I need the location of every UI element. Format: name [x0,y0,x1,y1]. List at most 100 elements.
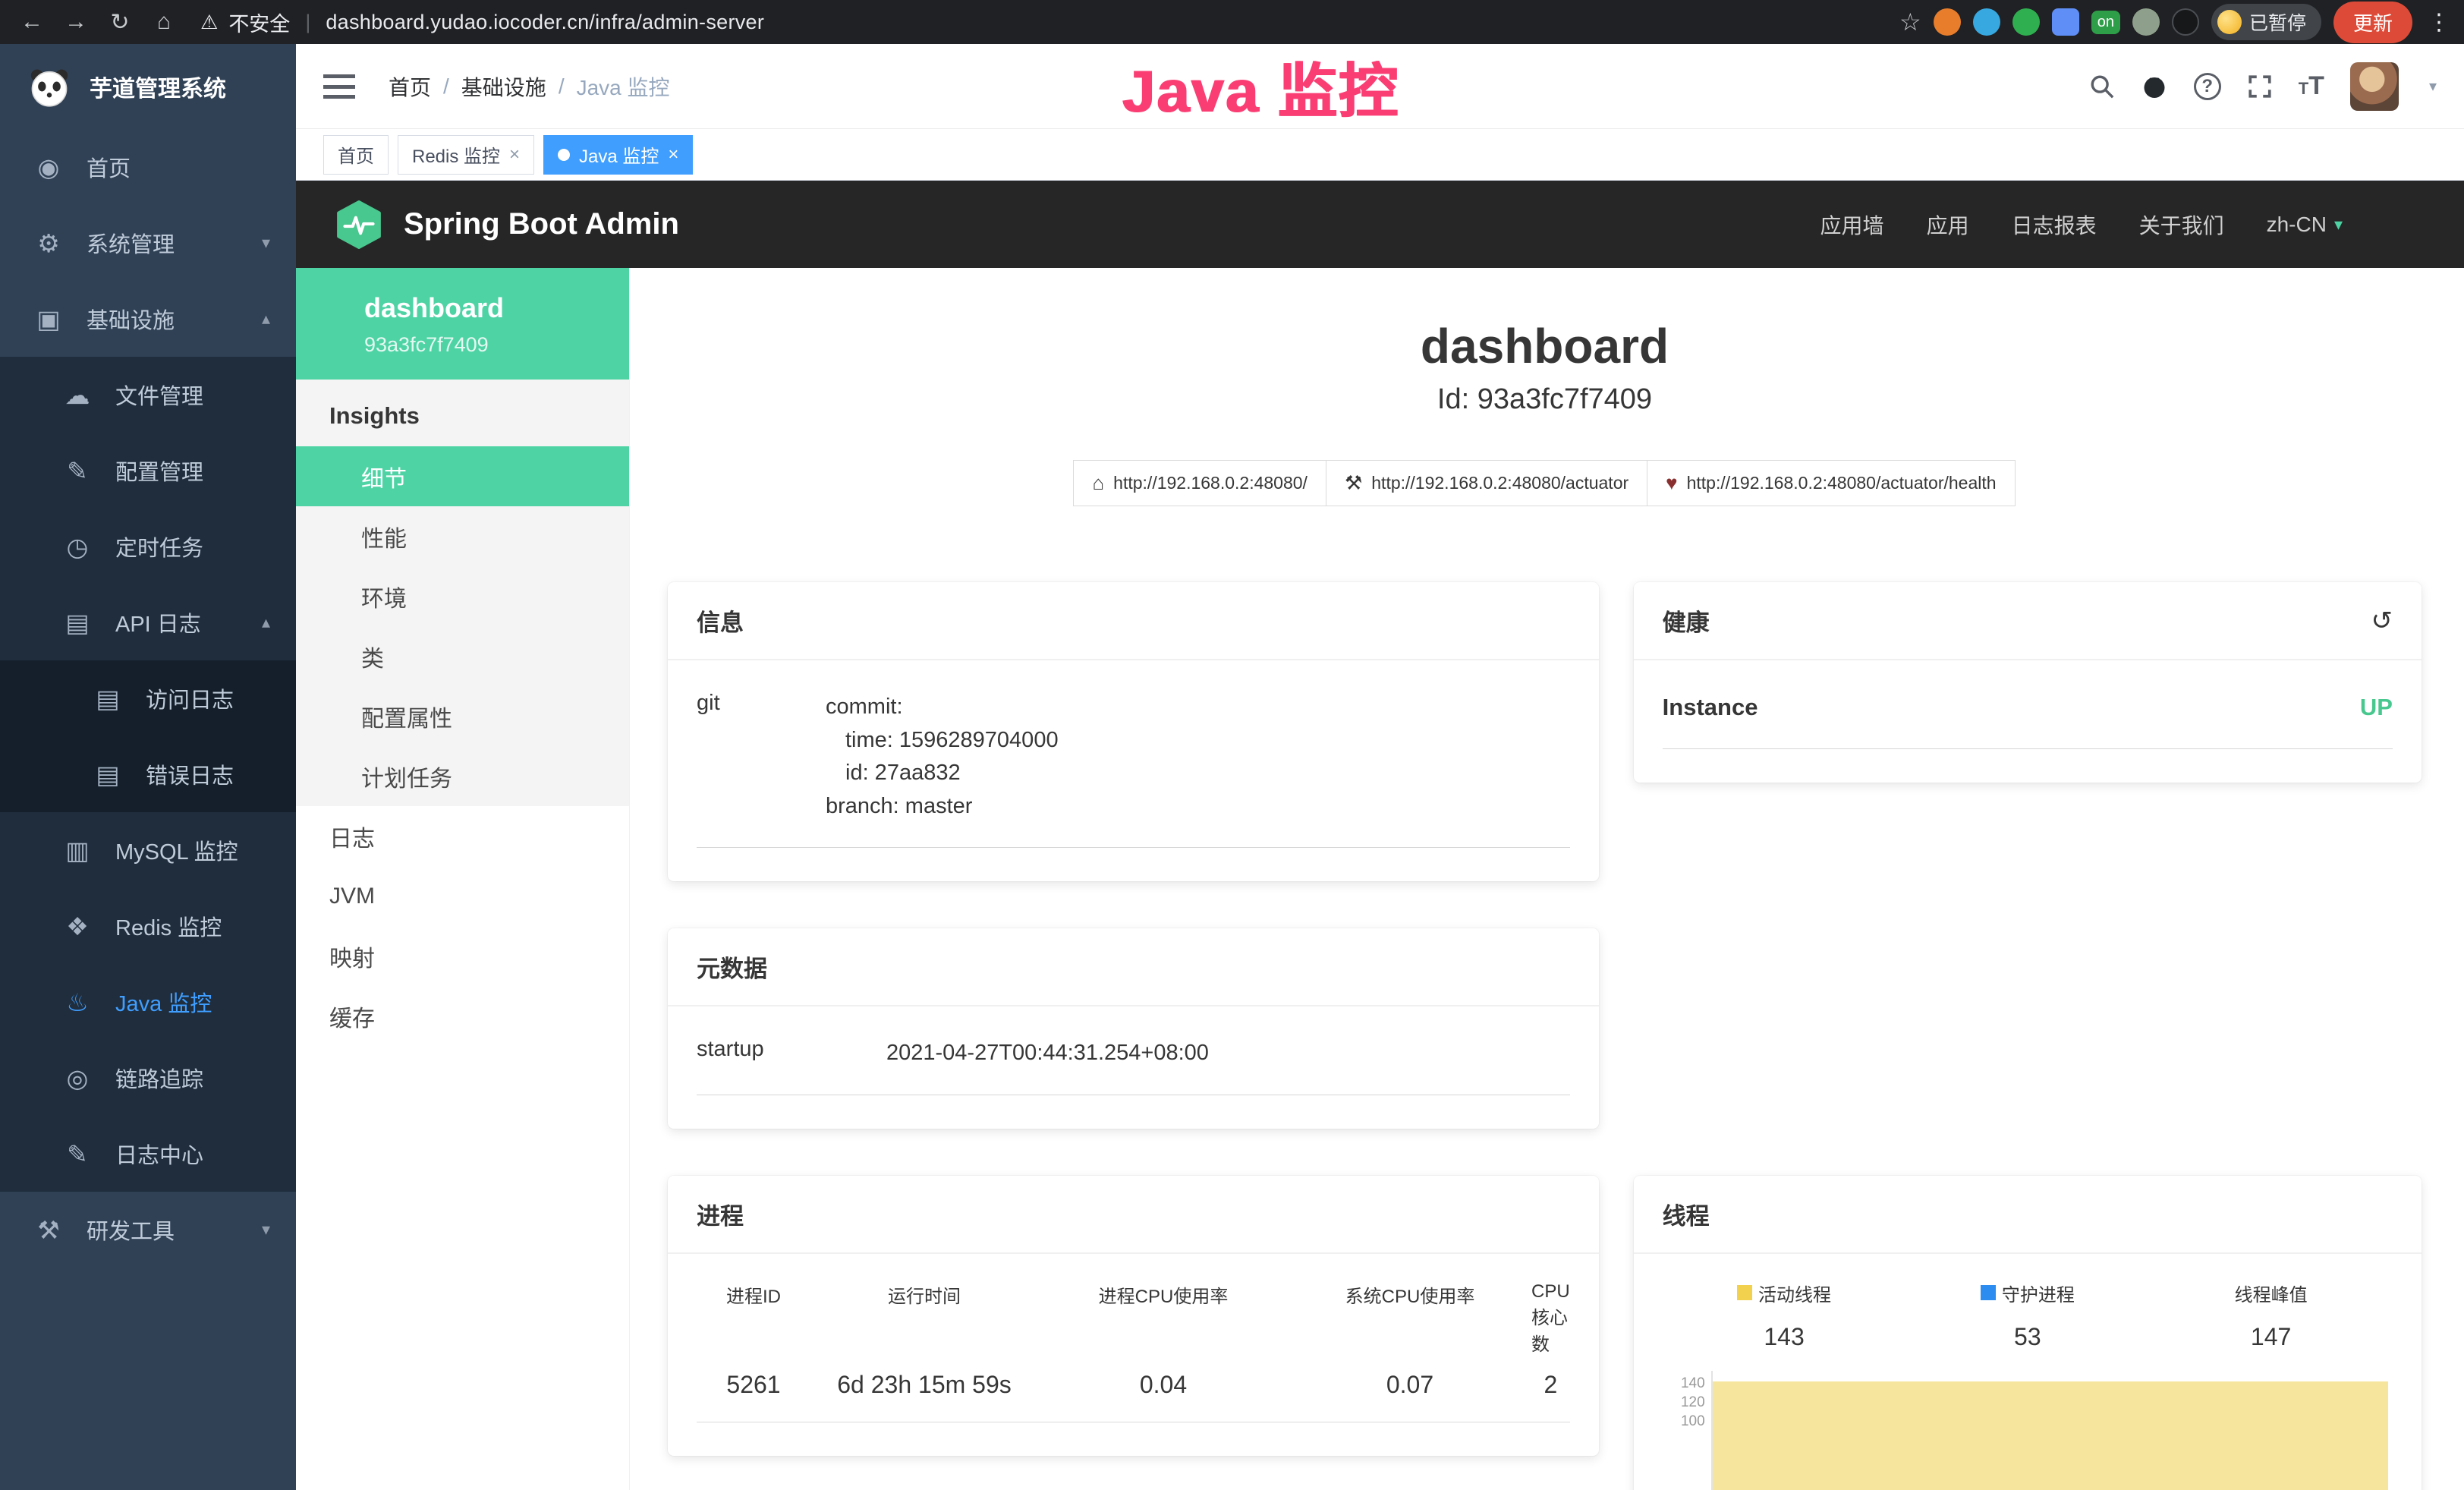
git-commit-id: id: 27aa832 [826,757,1059,790]
sba-menu-scheduled-tasks[interactable]: 计划任务 [296,746,629,806]
sba-menu-performance[interactable]: 性能 [296,506,629,566]
fullscreen-icon[interactable] [2247,74,2273,99]
sba-nav-about[interactable]: 关于我们 [2139,209,2224,240]
extension-on-badge[interactable]: on [2091,11,2120,34]
avatar[interactable] [2350,62,2399,111]
breadcrumb-home[interactable]: 首页 [389,71,431,102]
page-title: dashboard [668,318,2422,374]
forward-icon[interactable]: → [58,9,94,35]
sidebar-item-api-log[interactable]: ▤ API 日志 ▴ [0,584,296,660]
sba-nav: 应用墙 应用 日志报表 关于我们 zh-CN ▾ [1820,209,2343,240]
tab-home[interactable]: 首页 [323,135,389,175]
instance-url-link[interactable]: ⌂ http://192.168.0.2:48080/ [1073,460,1326,506]
extension-leaf-icon[interactable] [2132,8,2160,36]
threads-legend: 活动线程 守护进程 线程峰值 [1663,1262,2393,1351]
sidebar-item-home[interactable]: ◉ 首页 [0,129,296,205]
font-size-icon[interactable]: TT [2299,71,2324,101]
sba-nav-wall[interactable]: 应用墙 [1820,209,1884,240]
chrome-update-button[interactable]: 更新 [2333,2,2412,43]
tab-redis[interactable]: Redis 监控 × [398,135,534,175]
sidebar-item-error-log[interactable]: ▤ 错误日志 [0,736,296,812]
insights-label: Insights [296,380,629,446]
edit-icon: ✎ [61,456,94,486]
sba-locale-select[interactable]: zh-CN ▾ [2267,213,2343,237]
sba-menu-mappings[interactable]: 映射 [296,926,629,986]
sidebar-item-dev-tools[interactable]: ⚒ 研发工具 ▾ [0,1192,296,1268]
bookmark-star-icon[interactable]: ☆ [1899,8,1921,36]
sba-nav-journal[interactable]: 日志报表 [2012,209,2097,240]
sba-menu-logfile[interactable]: 日志 [296,806,629,866]
search-icon[interactable] [2089,74,2115,99]
sidebar-item-redis[interactable]: ❖ Redis 监控 [0,888,296,964]
sidebar-item-java[interactable]: ♨ Java 监控 [0,964,296,1040]
breadcrumb-infra[interactable]: 基础设施 [461,71,546,102]
tab-java[interactable]: Java 监控 × [543,135,693,175]
sba-menu-properties[interactable]: 配置属性 [296,686,629,746]
home-icon[interactable]: ⌂ [146,9,182,35]
process-card: 进程 进程ID 运行时间 进程CPU使用率 系统CPU使用率 CP [668,1176,1599,1456]
sba-instance-block[interactable]: dashboard 93a3fc7f7409 [296,268,629,380]
sba-menu-caches[interactable]: 缓存 [296,986,629,1046]
menu-fold-icon[interactable] [323,74,355,99]
github-icon[interactable] [2141,73,2168,100]
link-label: http://192.168.0.2:48080/actuator/health [1687,473,1997,493]
close-icon[interactable]: × [509,144,520,165]
legend-daemon: 守护进程 [1981,1280,2075,1306]
insights-group: Insights 细节 性能 环境 类 配置属性 计划任务 [296,380,629,806]
actuator-url-link[interactable]: ⚒ http://192.168.0.2:48080/actuator [1326,460,1647,506]
chevron-down-icon[interactable]: ▾ [2429,77,2437,96]
extension-puppet-icon[interactable] [2172,8,2199,36]
sidebar-item-config[interactable]: ✎ 配置管理 [0,433,296,509]
back-icon[interactable]: ← [14,9,50,35]
process-values: 5261 6d 23h 15m 59s 0.04 0.07 2 [697,1356,1570,1399]
extension-drop-icon[interactable] [1973,8,2000,36]
legend-label: 守护进程 [2002,1280,2075,1306]
sidebar-item-access-log[interactable]: ▤ 访问日志 [0,660,296,736]
sidebar-item-label: 基础设施 [87,303,175,335]
health-url-link[interactable]: ♥ http://192.168.0.2:48080/actuator/heal… [1647,460,2015,506]
monitor-icon: ▣ [32,304,65,334]
sidebar-item-infra[interactable]: ▣ 基础设施 ▴ [0,281,296,357]
sidebar-item-label: 首页 [87,151,131,183]
cell-value: 2 [1544,1371,1557,1399]
sidebar-item-mysql[interactable]: ▥ MySQL 监控 [0,812,296,888]
reload-icon[interactable]: ↻ [102,9,138,36]
sidebar-item-label: 错误日志 [146,758,234,790]
extension-grid-icon[interactable] [2052,8,2079,36]
page-subtitle: Id: 93a3fc7f7409 [668,383,2422,416]
extension-fox-icon[interactable] [1934,8,1961,36]
sidebar-item-system[interactable]: ⚙ 系统管理 ▾ [0,205,296,281]
help-icon[interactable]: ? [2194,73,2221,100]
history-icon[interactable]: ↺ [2371,606,2393,636]
git-commit-label: commit: [826,691,1059,724]
tools-icon: ⚒ [32,1215,65,1245]
sba-nav-applications[interactable]: 应用 [1927,209,1969,240]
sidebar-item-trace[interactable]: ◎ 链路追踪 [0,1040,296,1116]
sidebar-item-label: 日志中心 [115,1138,203,1170]
breadcrumb-current: Java 监控 [577,71,670,102]
close-icon[interactable]: × [668,144,678,165]
infra-submenu: ☁ 文件管理 ✎ 配置管理 ◷ 定时任务 ▤ API 日志 ▴ [0,357,296,1192]
legend-label: 线程峰值 [2235,1280,2308,1306]
sidebar-item-file[interactable]: ☁ 文件管理 [0,357,296,433]
chart-plot-area [1711,1371,2393,1490]
gear-icon: ⚙ [32,228,65,258]
tags-view-bar: 首页 Redis 监控 × Java 监控 × [296,129,2464,181]
annotation-overlay: Java 监控 [1122,44,1399,129]
address-bar[interactable]: ⚠ 不安全 | dashboard.yudao.iocoder.cn/infra… [200,8,1892,37]
sidebar-item-job[interactable]: ◷ 定时任务 [0,509,296,584]
sba-menu-jvm[interactable]: JVM [296,866,629,926]
extension-green-icon[interactable] [2012,8,2040,36]
sba-brand[interactable]: Spring Boot Admin [404,207,679,241]
col-header: 运行时间 [888,1281,961,1356]
peak-threads-value: 147 [2251,1323,2291,1351]
sba-menu-details[interactable]: 细节 [296,446,629,506]
sba-menu-environment[interactable]: 环境 [296,566,629,626]
instance-links: ⌂ http://192.168.0.2:48080/ ⚒ http://192… [668,460,2422,506]
paused-label: 已暂停 [2249,8,2306,36]
process-headers: 进程ID 运行时间 进程CPU使用率 系统CPU使用率 CPU核心数 [697,1281,1570,1356]
sidebar-item-log-center[interactable]: ✎ 日志中心 [0,1116,296,1192]
sba-menu-classes[interactable]: 类 [296,626,629,686]
paused-badge[interactable]: 已暂停 [2211,4,2321,40]
chrome-menu-icon[interactable]: ⋮ [2428,9,2450,36]
